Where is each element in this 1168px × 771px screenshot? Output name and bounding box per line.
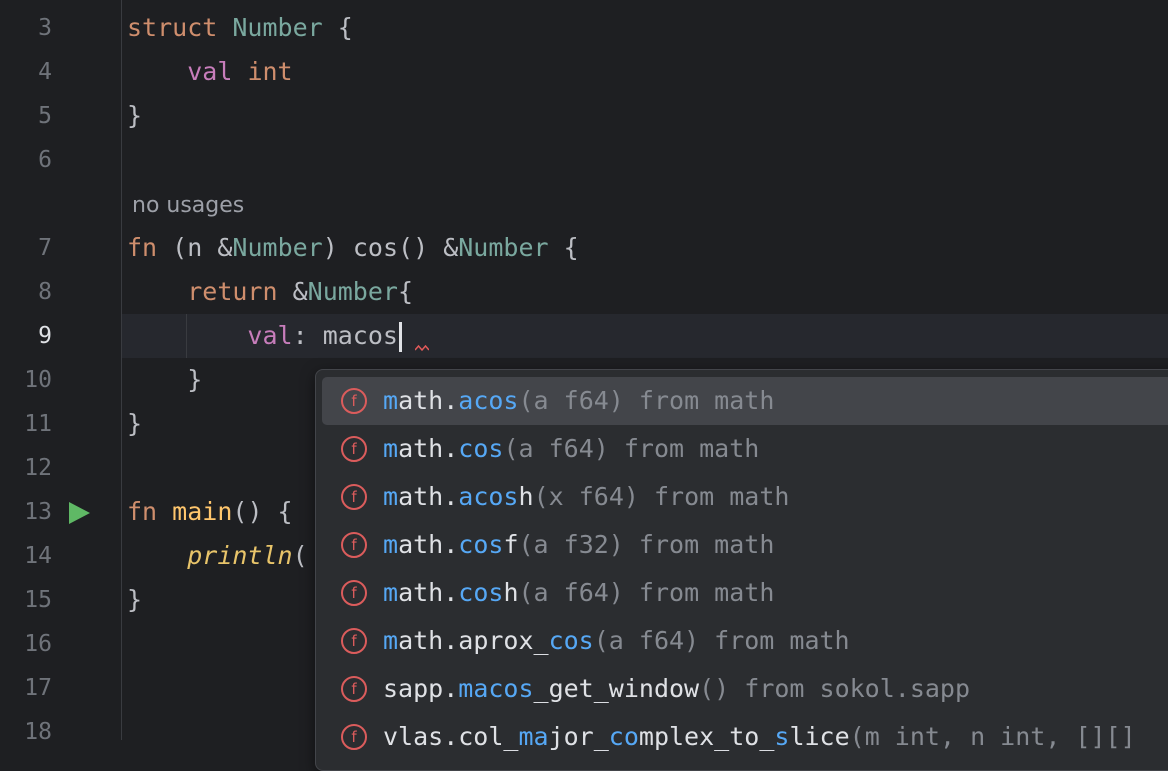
line-number: 16 bbox=[24, 631, 52, 657]
inlay-hint-usages[interactable]: no usages bbox=[132, 190, 244, 222]
function-icon: f bbox=[341, 580, 367, 606]
line-number: 3 bbox=[38, 15, 52, 41]
completion-item-text: math.cosh(a f64) from math bbox=[383, 578, 775, 607]
function-icon: f bbox=[341, 724, 367, 750]
code-line-3[interactable]: struct Number { bbox=[127, 6, 353, 50]
completion-item[interactable]: f math.cosh(a f64) from math bbox=[322, 569, 1168, 617]
run-icon[interactable] bbox=[66, 500, 92, 526]
code-line-8[interactable]: return &Number{ bbox=[127, 270, 413, 314]
code-line-15[interactable]: } bbox=[127, 578, 142, 622]
completion-item-text: math.acos(a f64) from math bbox=[383, 386, 775, 415]
line-number: 10 bbox=[24, 367, 52, 393]
line-number: 14 bbox=[24, 543, 52, 569]
code-line-11[interactable]: } bbox=[127, 402, 142, 446]
line-number: 5 bbox=[38, 103, 52, 129]
line-number: 4 bbox=[38, 59, 52, 85]
completion-item-text: math.aprox_cos(a f64) from math bbox=[383, 626, 850, 655]
line-number: 13 bbox=[24, 499, 52, 525]
line-number: 12 bbox=[24, 455, 52, 481]
line-number: 15 bbox=[24, 587, 52, 613]
line-number: 9 bbox=[38, 323, 52, 349]
function-icon: f bbox=[341, 676, 367, 702]
function-icon: f bbox=[341, 532, 367, 558]
completion-item-text: vlas.col_major_complex_to_slice(m int, n… bbox=[383, 722, 1136, 751]
completion-item-text: math.acosh(x f64) from math bbox=[383, 482, 790, 511]
function-icon: f bbox=[341, 484, 367, 510]
completion-item[interactable]: f math.aprox_cos(a f64) from math bbox=[322, 617, 1168, 665]
code-line-10[interactable]: } bbox=[127, 358, 202, 402]
line-number: 11 bbox=[24, 411, 52, 437]
line-number: 18 bbox=[24, 719, 52, 745]
function-icon: f bbox=[341, 436, 367, 462]
completion-item[interactable]: f vlas.col_major_complex_to_slice(m int, … bbox=[322, 713, 1168, 761]
line-number: 6 bbox=[38, 147, 52, 173]
completion-item[interactable]: f math.cos(a f64) from math bbox=[322, 425, 1168, 473]
completion-item[interactable]: f sapp.macos_get_window() from sokol.sapp bbox=[322, 665, 1168, 713]
line-number-gutter: 3 4 5 6 7 8 9 10 11 12 13 14 15 16 17 18 bbox=[0, 0, 122, 745]
completion-popup[interactable]: f math.acos(a f64) from math f math.cos(a f… bbox=[315, 369, 1168, 771]
function-icon: f bbox=[341, 388, 367, 414]
code-line-13[interactable]: fn main() { bbox=[127, 490, 293, 534]
typed-text: macos bbox=[322, 321, 398, 350]
code-line-7[interactable]: fn (n &Number) cos() &Number { bbox=[127, 226, 579, 270]
function-icon: f bbox=[341, 628, 367, 654]
line-number: 8 bbox=[38, 279, 52, 305]
code-line-9[interactable]: val: macos bbox=[127, 314, 402, 358]
completion-item[interactable]: f math.acosh(x f64) from math bbox=[322, 473, 1168, 521]
line-number: 17 bbox=[24, 675, 52, 701]
line-number bbox=[0, 182, 52, 226]
completion-item-text: math.cos(a f64) from math bbox=[383, 434, 760, 463]
error-squiggle bbox=[415, 344, 429, 352]
completion-item-text: sapp.macos_get_window() from sokol.sapp bbox=[383, 674, 971, 703]
line-number: 7 bbox=[38, 235, 52, 261]
completion-item[interactable]: f math.acos(a f64) from math bbox=[322, 377, 1168, 425]
completion-item[interactable]: f math.cosf(a f32) from math bbox=[322, 521, 1168, 569]
completion-item-text: math.cosf(a f32) from math bbox=[383, 530, 775, 559]
code-line-5[interactable]: } bbox=[127, 94, 142, 138]
code-line-4[interactable]: val int bbox=[127, 50, 292, 94]
text-caret bbox=[398, 322, 402, 352]
code-line-14[interactable]: println( bbox=[127, 534, 307, 578]
